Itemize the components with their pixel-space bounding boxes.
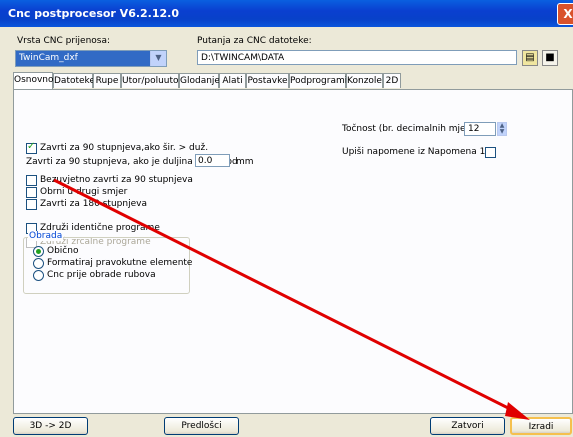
turn90-length-unit: mm [236,157,254,167]
title-bar: Cnc postprocesor V6.2.12.0 X [0,0,573,27]
cnc-type-select[interactable]: TwinCam_dxf ▼ [15,50,167,67]
turn180-checkbox[interactable] [26,199,37,210]
tab-datoteke[interactable]: Datoteke [53,73,95,88]
tab-glodanje[interactable]: Glodanje [179,73,220,88]
notes-label: Upiši napomene iz Napomena 1 [342,147,486,157]
radio-normal[interactable] [33,246,44,257]
tab-alati[interactable]: Alati [219,73,246,88]
tab-konzole[interactable]: Konzole [346,73,383,88]
precision-input[interactable]: 12 [464,122,496,136]
unconditional-label: Bezuvjetno zavrti za 90 stupnjeva [40,175,193,185]
radio-format[interactable] [33,258,44,269]
reverse-label: Obrni u drugi smjer [40,187,128,197]
obrada-group-label: Obrada [28,231,64,241]
turn90-checkbox[interactable] [26,141,37,154]
radio-format-label: Formatiraj pravokutne elemente [47,258,193,268]
notes-checkbox[interactable] [485,147,496,158]
folder-icon[interactable]: ▤ [522,50,538,66]
close-button[interactable]: Zatvori [430,417,505,435]
create-button[interactable]: Izradi [510,417,572,435]
tab-rupe[interactable]: Rupe [93,73,121,88]
path-input[interactable]: D:\TWINCAM\DATA [197,50,517,65]
tab-postavke[interactable]: Postavke [246,73,289,88]
tab-utor-poluutor[interactable]: Utor/poluutor [121,73,182,88]
path-label: Putanja za CNC datoteke: [197,36,312,46]
turn90-length-input[interactable]: 0.0 [195,154,230,167]
3d-to-2d-button[interactable]: 3D -> 2D [13,417,88,435]
tab-podprogrami[interactable]: Podprogrami [289,73,347,88]
reverse-checkbox[interactable] [26,187,37,198]
close-icon[interactable]: X [557,3,573,25]
templates-button[interactable]: Predlošci [164,417,239,435]
chevron-down-icon[interactable]: ▼ [150,51,166,66]
turn90-label: Zavrti za 90 stupnjeva,ako šir. > duž. [40,143,209,153]
cnc-type-value: TwinCam_dxf [19,53,78,63]
precision-stepper-icon[interactable]: ▲ ▼ [497,122,507,136]
window-title: Cnc postprocesor V6.2.12.0 [8,7,180,20]
turn180-label: Zavrti za 180 stupnjeva [40,199,147,209]
floppy-save-icon[interactable]: ■ [542,50,558,66]
main-window: Vrsta CNC prijenosa: TwinCam_dxf ▼ Putan… [5,27,573,437]
unconditional-checkbox[interactable] [26,175,37,186]
cnc-type-label: Vrsta CNC prijenosa: [17,36,111,46]
tab-2d[interactable]: 2D [383,73,401,88]
radio-normal-label: Obično [47,246,79,256]
radio-edges-label: Cnc prije obrade rubova [47,270,156,280]
radio-edges[interactable] [33,270,44,281]
tab-osnovno[interactable]: Osnovno [13,72,54,89]
